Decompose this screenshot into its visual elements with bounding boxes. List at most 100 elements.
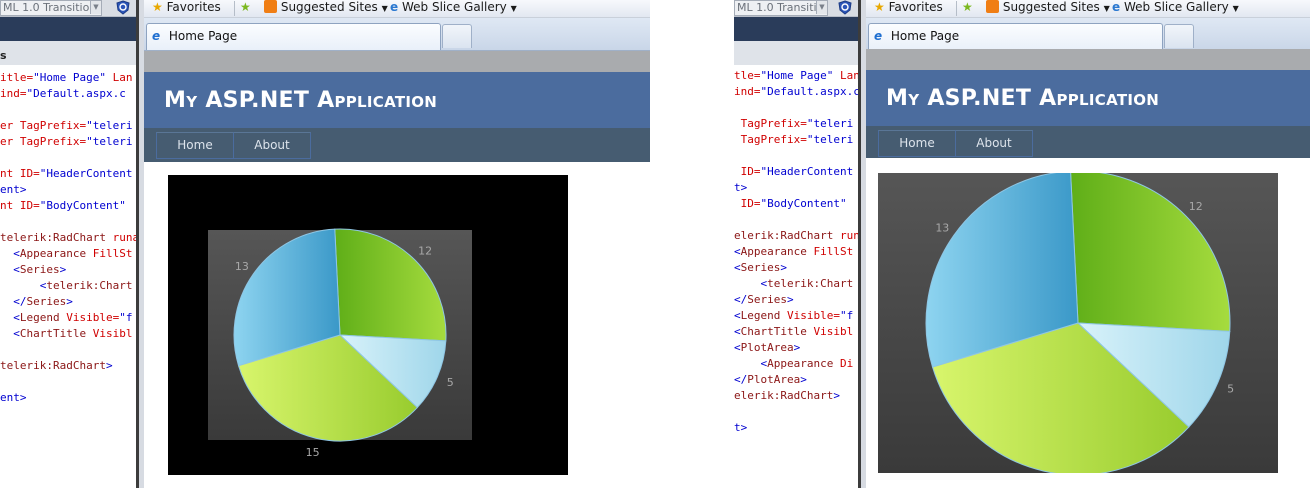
suggested-sites-button[interactable]: Suggested Sites ▼ [986, 0, 1110, 17]
doctype-label: ML 1.0 Transition [3, 1, 97, 14]
doctype-select[interactable]: ML 1.0 Transition [0, 0, 102, 16]
code-line: er TagPrefix="teleri [0, 135, 133, 148]
suggested-sites-button[interactable]: Suggested Sites ▼ [264, 0, 388, 17]
pie-chart[interactable]: 1251513 [878, 173, 1278, 473]
validation-shield-icon[interactable] [838, 0, 852, 15]
code-line: </Series> [0, 295, 73, 308]
command-bar [144, 51, 650, 73]
ie-logo-icon: e [874, 29, 883, 43]
menu-item-home[interactable]: Home [156, 132, 234, 159]
code-text[interactable]: itle="Home Page" Lan ind="Default.aspx.c e… [0, 70, 139, 406]
code-line: <Legend Visible="f [0, 311, 133, 324]
nav-menu: Home About [866, 126, 1310, 158]
code-line: <Legend Visible="f [734, 309, 854, 322]
slice-label: 13 [935, 221, 949, 234]
slice-label: 13 [235, 260, 249, 273]
divider [234, 1, 235, 16]
ie-page-icon: e [390, 0, 399, 14]
code-line: ID="BodyContent" [734, 197, 847, 210]
dropdown-arrow-icon: ▼ [1103, 4, 1110, 13]
tab-home-page[interactable]: e Home Page [868, 23, 1163, 50]
web-slice-gallery-button[interactable]: e Web Slice Gallery ▼ [1112, 0, 1239, 17]
code-line: ent> [0, 183, 27, 196]
code-line: TagPrefix="teleri [734, 117, 854, 130]
dropdown-arrow-icon: ▼ [1232, 4, 1239, 13]
ie-logo-icon: e [152, 29, 161, 43]
left-screenshot: ML 1.0 Transition ▼ s itle="Home Page" L… [0, 0, 650, 488]
slice-label: 12 [1189, 200, 1203, 213]
right-screenshot: ML 1.0 Transition ▼ tle="Home Page" Lan i… [734, 0, 1310, 488]
doctype-select[interactable]: ML 1.0 Transition [734, 0, 828, 16]
code-line: telerik:RadChart> [0, 359, 113, 372]
code-line: nt ID="BodyContent" [0, 199, 126, 212]
editor-toolbar: ML 1.0 Transition ▼ [0, 0, 142, 17]
doctype-label: ML 1.0 Transition [737, 1, 828, 14]
slice-label: 5 [447, 376, 454, 389]
code-line: elerik:RadChart runa [734, 229, 867, 242]
code-line: <ChartTitle Visibl [734, 325, 854, 338]
code-line: <Series> [734, 261, 787, 274]
suggested-sites-icon [986, 0, 999, 13]
slice-label: 15 [306, 446, 320, 459]
editor-toolbar: ML 1.0 Transition ▼ [734, 0, 876, 17]
panel-label: s [0, 49, 7, 62]
chevron-down-icon[interactable]: ▼ [816, 1, 827, 14]
code-line: er TagPrefix="teleri [0, 119, 133, 132]
site-title: My ASP.NET Application [164, 88, 438, 113]
site-title: My ASP.NET Application [886, 86, 1160, 111]
slice-label: 5 [1227, 382, 1234, 395]
code-editor[interactable]: ML 1.0 Transition ▼ tle="Home Page" Lan i… [734, 0, 876, 488]
code-text[interactable]: tle="Home Page" Lan ind="Default.aspx.c T… [734, 68, 866, 436]
code-line: telerik:RadChart runa [0, 231, 140, 244]
validation-shield-icon[interactable] [116, 0, 130, 15]
menu-item-about[interactable]: About [233, 132, 311, 159]
tab-label: Home Page [168, 29, 238, 43]
ie-window: ★ Favorites ★ Suggested Sites ▼ e Web Sl… [858, 0, 1310, 488]
code-line: <Series> [0, 263, 67, 276]
new-tab-button[interactable] [1164, 24, 1194, 48]
tab-strip: e Home Page [144, 18, 650, 51]
web-slice-gallery-label: Web Slice Gallery [1123, 0, 1229, 14]
favorites-button[interactable]: ★ Favorites [874, 0, 943, 17]
favorites-bar: ★ Favorites ★ Suggested Sites ▼ e Web Sl… [144, 0, 650, 18]
code-line: </PlotArea> [734, 373, 807, 386]
nav-menu: Home About [144, 128, 650, 162]
dropdown-arrow-icon: ▼ [381, 4, 388, 13]
editor-panel-header: s [0, 41, 142, 65]
editor-tabbar [0, 17, 142, 41]
menu-item-about[interactable]: About [955, 130, 1033, 157]
menu-item-home[interactable]: Home [878, 130, 956, 157]
code-line: t> [734, 421, 748, 434]
web-slice-gallery-label: Web Slice Gallery [401, 0, 507, 14]
page-content: 1251513 [866, 158, 1310, 488]
editor-panel-header [734, 41, 876, 65]
code-line: <PlotArea> [734, 341, 801, 354]
favorites-button[interactable]: ★ Favorites [152, 0, 221, 17]
code-editor[interactable]: ML 1.0 Transition ▼ s itle="Home Page" L… [0, 0, 142, 488]
command-bar [866, 49, 1310, 71]
tab-home-page[interactable]: e Home Page [146, 23, 441, 50]
ie-window: ★ Favorites ★ Suggested Sites ▼ e Web Sl… [136, 0, 650, 488]
add-favorite-button[interactable]: ★ [962, 0, 973, 17]
add-favorite-button[interactable]: ★ [240, 0, 251, 17]
site-header: My ASP.NET Application [866, 70, 1310, 126]
suggested-sites-icon [264, 0, 277, 13]
pie-chart[interactable]: 1251513 [168, 175, 568, 475]
favorites-label: Favorites [888, 0, 943, 14]
code-line: <ChartTitle Visibl [0, 327, 133, 340]
web-slice-gallery-button[interactable]: e Web Slice Gallery ▼ [390, 0, 517, 17]
code-line: <Appearance Di [734, 357, 854, 370]
chevron-down-icon[interactable]: ▼ [90, 1, 101, 14]
code-line: t> [734, 181, 748, 194]
separator [650, 0, 734, 488]
code-line: nt ID="HeaderContent [0, 167, 133, 180]
suggested-sites-label: Suggested Sites [1002, 0, 1100, 14]
new-tab-button[interactable] [442, 24, 472, 48]
code-line: <telerik:Chart [0, 279, 133, 292]
